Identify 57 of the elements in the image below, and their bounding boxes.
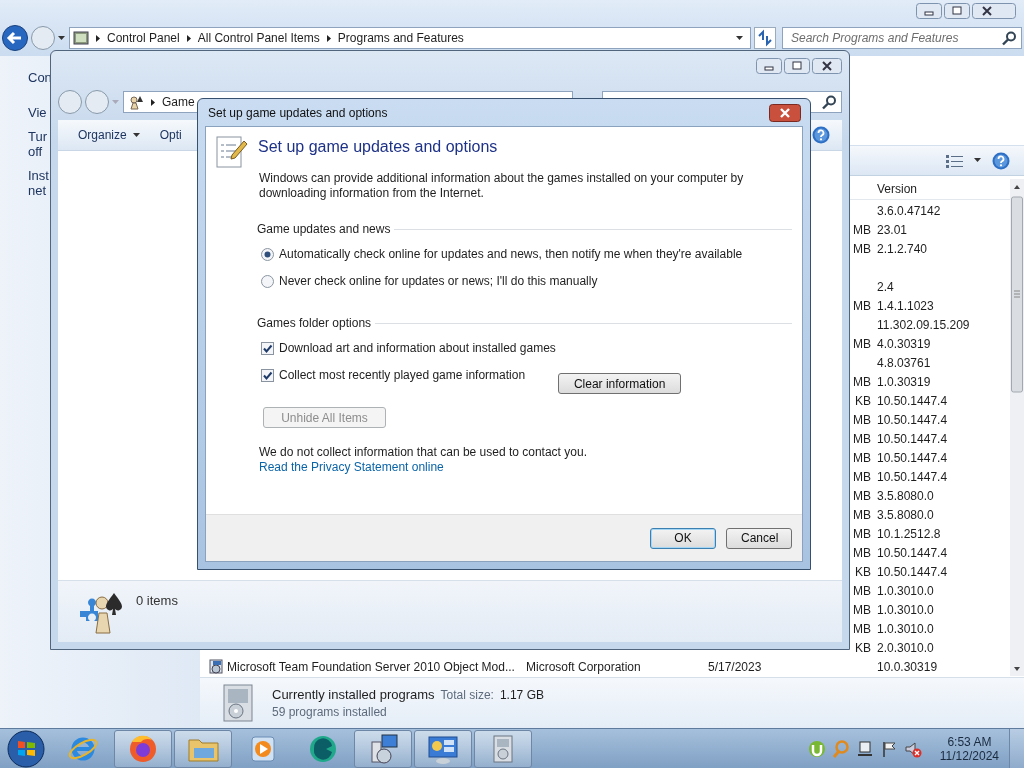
table-cell-text: MB: [852, 488, 871, 503]
table-cell-text: 10.50.1447.4: [876, 431, 949, 446]
table-cell-text: MB: [852, 298, 871, 313]
table-cell-text: MB: [852, 431, 871, 446]
privacy-note: We do not collect information that can be used to contact you.: [259, 445, 587, 459]
table-cell-text: MB: [852, 545, 871, 560]
table-cell-text: MB: [852, 621, 871, 636]
table-cell-text: 1.0.3010.0: [876, 583, 935, 598]
table-cell-text: MB: [852, 602, 871, 617]
table-cell-text: 2.0.3010.0: [876, 640, 935, 655]
table-cell-text: 10.50.1447.4: [876, 469, 949, 484]
total-size-value: 1.17 GB: [499, 688, 544, 702]
table-cell-text: Microsoft Corporation: [525, 659, 642, 674]
program-count: 59 programs installed: [272, 705, 388, 719]
summary-title: Currently installed programs: [272, 687, 435, 702]
total-size-label: Total size:: [440, 688, 494, 702]
table-cell-text: MB: [852, 450, 871, 465]
table-cell-text: MB: [852, 469, 871, 484]
table-cell-text: 10.50.1447.4: [876, 450, 949, 465]
table-cell-text: KB: [854, 393, 871, 408]
table-cell-text: 1.0.30319: [876, 374, 932, 389]
table-cell-text: 5/17/2023: [708, 659, 763, 674]
intro-text: Windows can provide additional information about the games installed on your computer by downloading information from the Internet.: [259, 170, 745, 201]
table-cell-text: 3.5.8080.0: [876, 488, 935, 503]
table-cell-text: MB: [852, 374, 871, 389]
table-cell-text: 10.1.2512.8: [876, 526, 942, 541]
table-cell-text: MB: [852, 507, 871, 522]
table-cell-text: 23.01: [876, 222, 909, 237]
table-cell-text: 4.8.03761: [876, 355, 932, 370]
table-cell-text: MB: [852, 412, 871, 427]
group-label: Game updates and news: [257, 222, 391, 236]
table-cell-text: 10.50.1447.4: [876, 564, 949, 579]
table-cell-text: 2.1.2.740: [876, 241, 929, 256]
table-cell-text: 10.50.1447.4: [876, 545, 949, 560]
table-cell-text: MB: [852, 583, 871, 598]
dialog-title: Set up game updates and options: [208, 105, 388, 120]
table-cell-text: 3.5.8080.0: [876, 507, 935, 522]
table-cell-text: 11.302.09.15.209: [876, 317, 971, 332]
table-cell-text: KB: [854, 564, 871, 579]
item-count: 0 items: [136, 592, 178, 608]
dialog-heading: Set up game updates and options: [258, 137, 498, 156]
table-cell-text: KB: [854, 640, 871, 655]
table-cell-text: 2.4: [876, 279, 895, 294]
table-cell-text: MB: [852, 526, 871, 541]
table-cell-text: 1.0.3010.0: [876, 602, 935, 617]
group-label: Games folder options: [257, 316, 372, 330]
table-cell-text: 3.6.0.47142: [876, 203, 942, 218]
table-cell-text: 10.0.30319: [876, 659, 939, 674]
table-cell: Microsoft Team Foundation Server 2010 Object Mod...: [227, 659, 515, 674]
table-cell-text: 4.0.30319: [876, 336, 932, 351]
table-cell-text: 1.0.3010.0: [876, 621, 935, 636]
table-cell-text: MB: [852, 241, 871, 256]
table-cell-text: 10.50.1447.4: [876, 412, 949, 427]
table-cell-text: MB: [852, 336, 871, 351]
table-cell-text: 1.4.1.1023: [876, 298, 935, 313]
table-cell-text: 10.50.1447.4: [876, 393, 949, 408]
table-cell-text: MB: [852, 222, 871, 237]
